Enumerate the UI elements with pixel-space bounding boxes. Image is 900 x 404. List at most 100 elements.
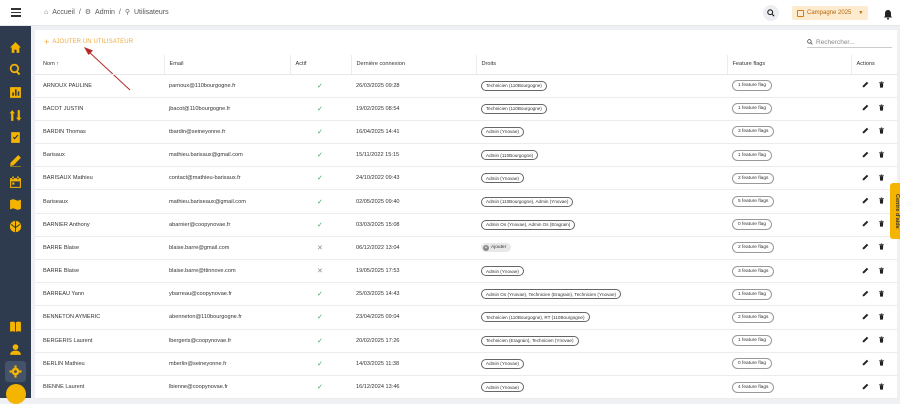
help-center-tab[interactable]: Centre d'aide (890, 183, 900, 239)
delete-icon[interactable] (878, 174, 885, 183)
cell-email: blaise.barre@ttinnove.com (164, 259, 290, 284)
rights-chip: Admin (Ynovae) (481, 173, 524, 184)
feature-flags-chip[interactable]: 2 feature flags (732, 172, 775, 184)
cell-nom: ARNOUX PAULINE (35, 74, 164, 98)
feature-flags-chip[interactable]: 5 feature flags (732, 196, 775, 208)
cell-email: jbacot@110bourgogne.fr (164, 97, 290, 121)
delete-icon[interactable] (878, 359, 885, 368)
col-droits[interactable]: Droits (475, 55, 727, 75)
feature-flags-chip[interactable]: 2 feature flags (732, 311, 775, 323)
edit-icon[interactable] (862, 197, 869, 206)
delete-icon[interactable] (878, 220, 885, 229)
cell-actif: ✓ (290, 166, 351, 191)
edit-icon[interactable] (862, 383, 869, 392)
sidebar-pen-icon[interactable] (8, 153, 23, 168)
search-input[interactable]: Rechercher... (807, 37, 892, 48)
feature-flags-chip[interactable]: 1 feature flag (732, 335, 773, 347)
sidebar-chart-icon[interactable] (8, 85, 23, 100)
breadcrumb-admin[interactable]: Admin (95, 9, 115, 16)
edit-icon[interactable] (862, 290, 869, 299)
delete-icon[interactable] (878, 104, 885, 113)
edit-icon[interactable] (862, 267, 869, 276)
sidebar-sort-icon[interactable] (8, 108, 23, 123)
table-row[interactable]: BIENNE Laurent lbienne@coopynovae.fr ✓ 1… (35, 375, 897, 400)
edit-icon[interactable] (862, 243, 869, 252)
breadcrumb-home[interactable]: Accueil (52, 9, 75, 16)
cell-nom: BERLIN Mathieu (35, 352, 164, 376)
edit-icon[interactable] (862, 174, 869, 183)
delete-icon[interactable] (878, 127, 885, 136)
feature-flags-chip[interactable]: 1 feature flag (732, 80, 773, 92)
table-row[interactable]: Bariseaux mathieu.bariseaux@gmail.com ✓ … (35, 189, 897, 214)
campaign-select[interactable]: Campagne 2025 ▼ (792, 6, 868, 20)
edit-icon[interactable] (862, 220, 869, 229)
table-row[interactable]: BARNIER Anthony abarnier@coopynovae.fr ✓… (35, 213, 897, 237)
rights-chip: Admin (110Bourgogne), Admin (Ynovae) (481, 196, 574, 207)
feature-flags-chip[interactable]: 0 feature flag (732, 219, 773, 231)
global-search-button[interactable] (763, 5, 779, 21)
feature-flags-chip[interactable]: 4 feature flags (732, 381, 775, 393)
edit-icon[interactable] (862, 81, 869, 90)
cell-email: lbergeris@coopynovae.fr (164, 329, 290, 353)
sidebar-map-icon[interactable] (8, 197, 23, 212)
table-row[interactable]: BARRE Blaise blaise.barre@gmail.com ✕ 06… (35, 236, 897, 261)
col-email[interactable]: Email (163, 55, 290, 75)
delete-icon[interactable] (878, 267, 885, 276)
delete-icon[interactable] (878, 151, 885, 160)
delete-icon[interactable] (878, 290, 885, 299)
feature-flags-chip[interactable]: 3 feature flags (732, 126, 775, 138)
delete-icon[interactable] (878, 336, 885, 345)
chevron-down-icon: ▼ (858, 10, 864, 16)
table-row[interactable]: BACOT JUSTIN jbacot@110bourgogne.fr ✓ 19… (35, 97, 897, 121)
cell-flags: 2 feature flags (727, 236, 851, 261)
feature-flags-chip[interactable]: 1 feature flag (732, 103, 773, 115)
feature-flags-chip[interactable]: 1 feature flag (732, 149, 773, 161)
delete-icon[interactable] (878, 383, 885, 392)
table-row[interactable]: BARRE Blaise blaise.barre@ttinnove.com ✕… (35, 259, 897, 284)
delete-icon[interactable] (878, 197, 885, 206)
col-flags[interactable]: Feature flags (726, 55, 851, 75)
notification-bell-icon[interactable] (883, 7, 893, 25)
sidebar-calendar-icon[interactable] (8, 175, 23, 190)
delete-icon[interactable] (878, 81, 885, 90)
sidebar-home-icon[interactable] (8, 40, 23, 55)
cell-last-login: 14/03/2025 11:38 (351, 352, 476, 376)
table-row[interactable]: ARNOUX PAULINE parnoux@110bourgogne.fr ✓… (35, 74, 897, 98)
table-row[interactable]: BERGERIS Laurent lbergeris@coopynovae.fr… (35, 329, 897, 353)
sidebar-search-icon[interactable] (8, 62, 23, 77)
edit-icon[interactable] (862, 313, 869, 322)
menu-icon[interactable] (11, 8, 21, 17)
table-row[interactable]: Barisaux mathieu.barisaux@gmail.com ✓ 15… (35, 143, 897, 168)
sidebar-user-icon[interactable] (8, 342, 23, 357)
col-nom[interactable]: Nom ↑ (35, 55, 164, 75)
feature-flags-chip[interactable]: 2 feature flags (732, 242, 775, 254)
cell-last-login: 23/04/2025 09:04 (351, 305, 476, 330)
cell-flags: 3 feature flags (727, 120, 851, 145)
feature-flags-chip[interactable]: 0 feature flag (732, 358, 773, 370)
edit-icon[interactable] (862, 104, 869, 113)
edit-icon[interactable] (862, 127, 869, 136)
delete-icon[interactable] (878, 313, 885, 322)
rights-chip: Admin (Ynovae) (481, 126, 524, 137)
sidebar-checklist-icon[interactable] (8, 130, 23, 145)
add-rights-button[interactable]: + Ajouter (481, 243, 512, 253)
cell-flags: 1 feature flag (727, 97, 851, 121)
table-row[interactable]: BARDIN Thomas tbardin@seineyonne.fr ✓ 16… (35, 120, 897, 145)
top-bar: ⌂ Accueil / ⚙ Admin / ⚲ Utilisateurs Cam… (0, 0, 900, 26)
feature-flags-chip[interactable]: 1 feature flag (732, 288, 773, 300)
delete-icon[interactable] (878, 243, 885, 252)
edit-icon[interactable] (862, 359, 869, 368)
table-row[interactable]: BARISAUX Mathieu contact@mathieu-barisau… (35, 166, 897, 191)
edit-icon[interactable] (862, 336, 869, 345)
rights-chip: Admin Os (Ynovae), Admin Os (Eragrain) (481, 219, 576, 230)
col-actif[interactable]: Actif (289, 55, 351, 75)
sidebar-book-icon[interactable] (8, 319, 23, 334)
sidebar-leaf-icon[interactable] (8, 219, 23, 234)
sidebar-gear-icon[interactable] (8, 364, 23, 379)
table-row[interactable]: BENNETON AYMERIC abenneton@110bourgogne.… (35, 305, 897, 330)
feature-flags-chip[interactable]: 3 feature flags (732, 265, 775, 277)
col-last[interactable]: Dernière connexion (350, 55, 476, 75)
edit-icon[interactable] (862, 151, 869, 160)
table-row[interactable]: BARREAU Yann ybarreau@coopynovae.fr ✓ 25… (35, 282, 897, 307)
table-row[interactable]: BERLIN Mathieu mberlin@seineyonne.fr ✓ 1… (35, 352, 897, 376)
